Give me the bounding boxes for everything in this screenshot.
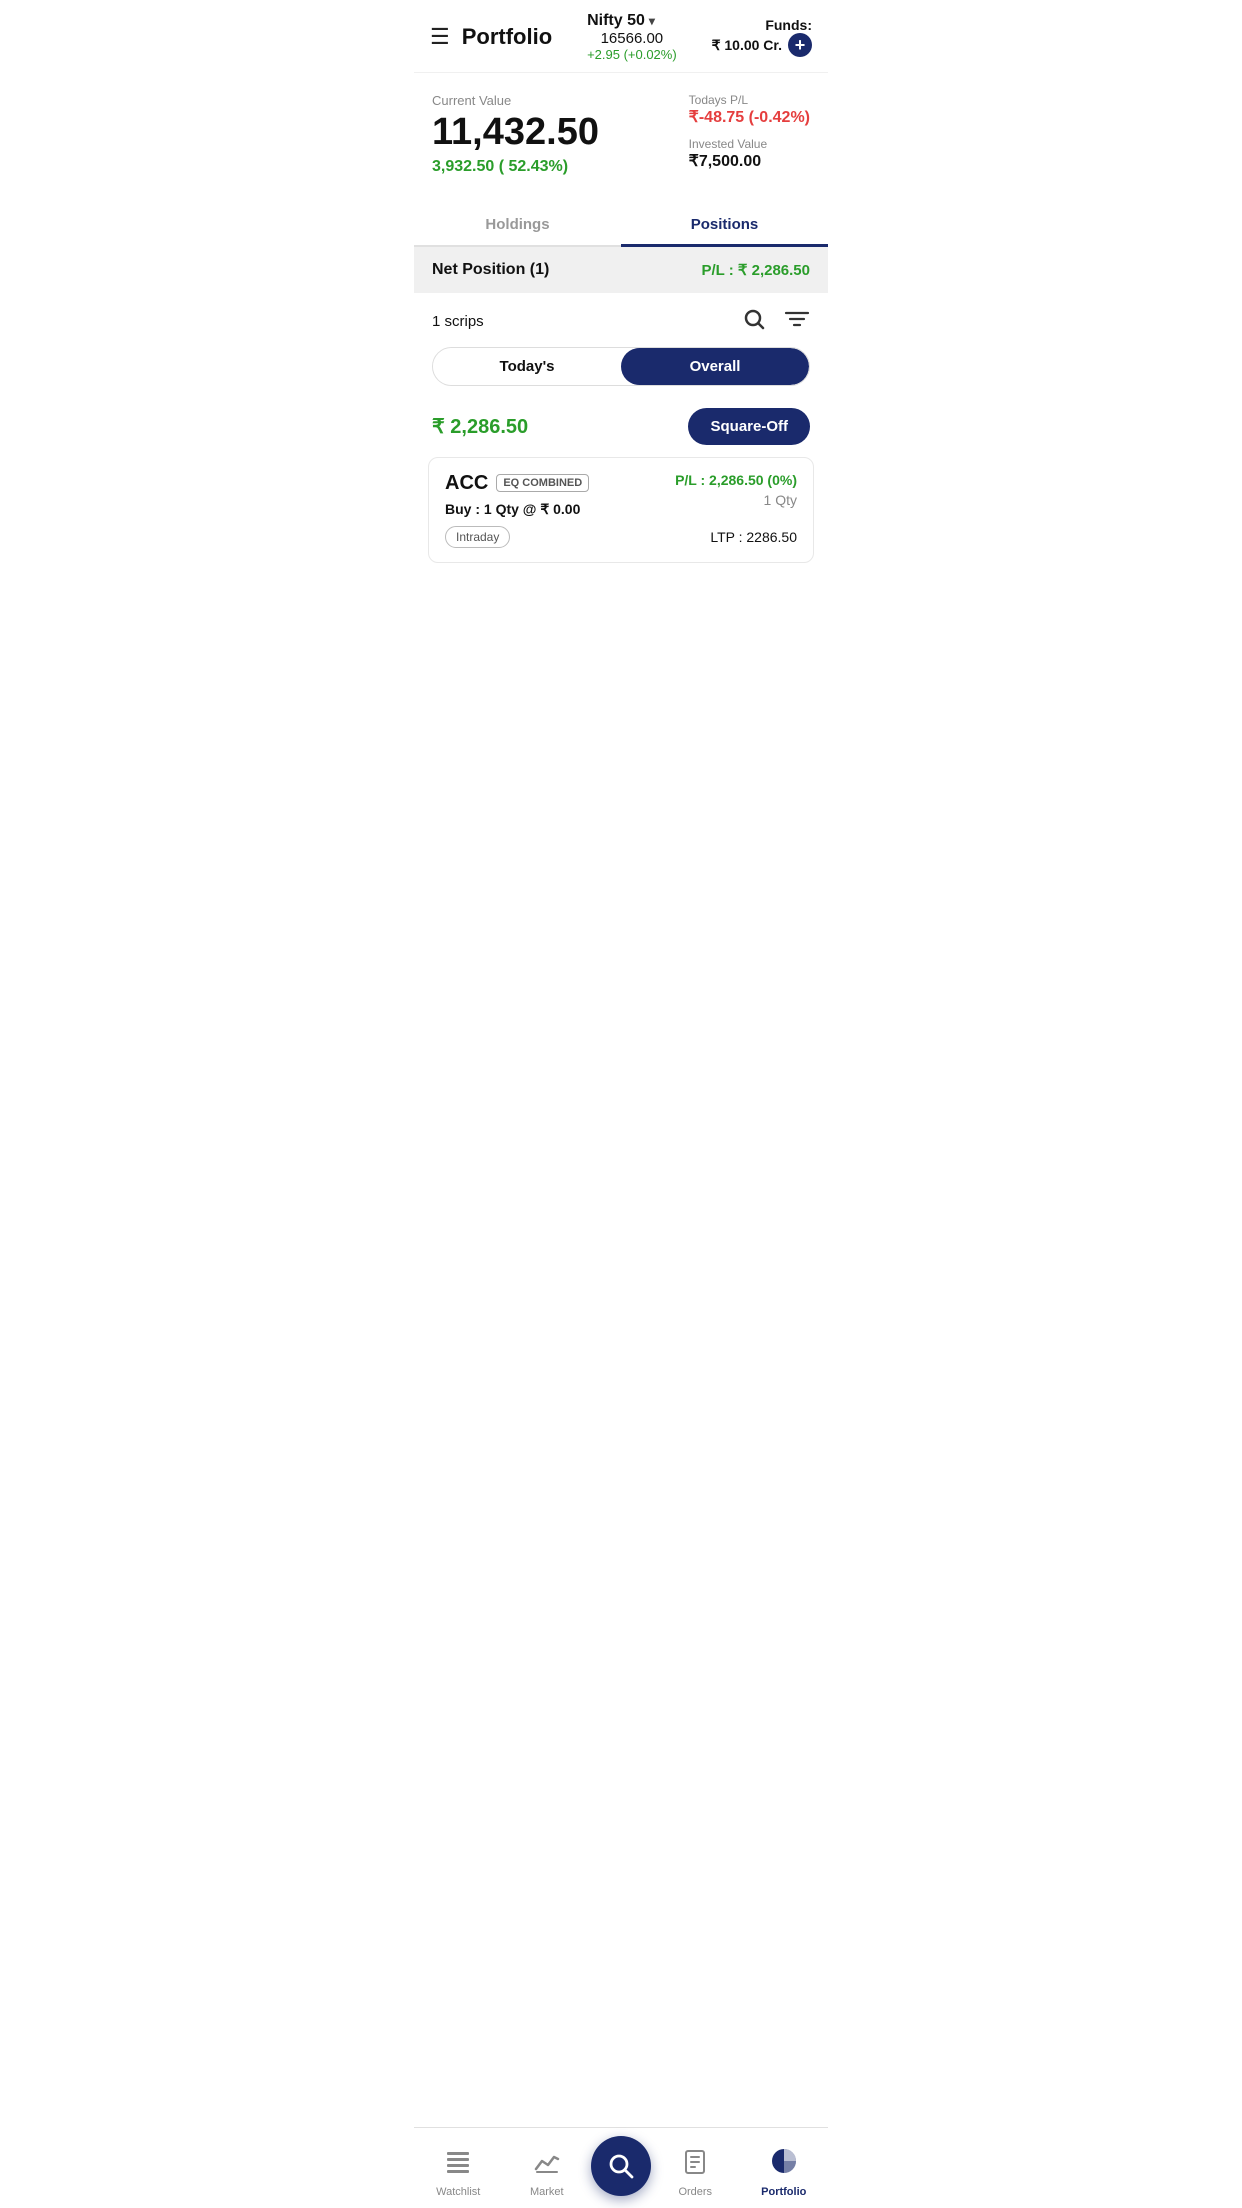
nifty-info[interactable]: Nifty 50 ▾ 16566.00 +2.95 (+0.02%) [587,12,677,62]
stock-buy: Buy : 1 Qty @ ₹ 0.00 [445,501,589,518]
funds-row: ₹ 10.00 Cr. + [712,33,812,57]
header-left: ☰ Portfolio [430,24,552,50]
stock-name: ACC EQ COMBINED [445,472,589,495]
summary-right: Todays P/L ₹-48.75 (-0.42%) Invested Val… [689,93,810,171]
portfolio-summary: Current Value 11,432.50 3,932.50 ( 52.43… [414,73,828,192]
search-icon[interactable] [742,307,766,337]
nav-portfolio-label: Portfolio [761,2186,806,2198]
current-value-label: Current Value [432,93,599,108]
nifty-dropdown[interactable]: Nifty 50 ▾ [587,12,677,30]
scrips-header: 1 scrips [414,293,828,347]
funds-label: Funds: [712,17,812,33]
pl-total: ₹ 2,286.50 [432,414,528,439]
invested-value: ₹7,500.00 [689,151,810,171]
square-off-button[interactable]: Square-Off [688,408,810,445]
nifty-change: +2.95 (+0.02%) [587,47,677,62]
pl-row: ₹ 2,286.50 Square-Off [414,400,828,457]
toggle-overall[interactable]: Overall [621,348,809,385]
eq-badge: EQ COMBINED [496,474,589,492]
nifty-name: Nifty 50 [587,12,645,30]
watchlist-icon [445,2149,471,2182]
toggle-todays[interactable]: Today's [433,348,621,385]
gain-amount: 3,932.50 ( 52.43%) [432,158,599,176]
nav-market-label: Market [530,2186,564,2198]
portfolio-icon [770,2147,798,2182]
intraday-badge: Intraday [445,526,510,548]
nav-orders[interactable]: Orders [651,2149,740,2198]
scrips-icons [742,307,810,337]
stock-info-right: P/L : 2,286.50 (0%) 1 Qty [675,472,797,508]
stock-qty-right: 1 Qty [675,492,797,508]
stock-card-header: ACC EQ COMBINED Buy : 1 Qty @ ₹ 0.00 P/L… [445,472,797,518]
invested-label: Invested Value [689,137,810,151]
scrips-count: 1 scrips [432,313,484,330]
stock-pl: P/L : 2,286.50 (0%) [675,472,797,488]
nav-market[interactable]: Market [503,2149,592,2198]
nav-watchlist[interactable]: Watchlist [414,2149,503,2198]
summary-left: Current Value 11,432.50 3,932.50 ( 52.43… [432,93,599,176]
summary-grid: Current Value 11,432.50 3,932.50 ( 52.43… [432,93,810,176]
todays-pl-label: Todays P/L [689,93,810,107]
net-position-bar: Net Position (1) P/L : ₹ 2,286.50 [414,247,828,293]
tabs-container: Holdings Positions [414,204,828,247]
bottom-nav: Watchlist Market Orders [414,2127,828,2208]
net-position-pl: P/L : ₹ 2,286.50 [701,261,810,279]
add-funds-button[interactable]: + [788,33,812,57]
period-toggle: Today's Overall [432,347,810,386]
funds-amount: ₹ 10.00 Cr. [712,37,782,54]
nav-orders-label: Orders [678,2186,712,2198]
menu-icon[interactable]: ☰ [430,24,450,50]
stock-card[interactable]: ACC EQ COMBINED Buy : 1 Qty @ ₹ 0.00 P/L… [428,457,814,563]
net-pl-value: ₹ 2,286.50 [738,262,810,279]
todays-pl-value: ₹-48.75 (-0.42%) [689,107,810,127]
app-header: ☰ Portfolio Nifty 50 ▾ 16566.00 +2.95 (+… [414,0,828,73]
nav-portfolio[interactable]: Portfolio [740,2147,829,2198]
current-value-amount: 11,432.50 [432,112,599,154]
search-fab-button[interactable] [591,2136,651,2196]
ltp-value: LTP : 2286.50 [710,529,797,545]
orders-icon [682,2149,708,2182]
market-icon [534,2149,560,2182]
chevron-down-icon: ▾ [649,14,655,28]
stock-info-left: ACC EQ COMBINED Buy : 1 Qty @ ₹ 0.00 [445,472,589,518]
nav-search-fab [591,2136,651,2206]
tab-holdings[interactable]: Holdings [414,204,621,245]
funds-section: Funds: ₹ 10.00 Cr. + [712,17,812,57]
page-title: Portfolio [462,24,552,50]
tab-positions[interactable]: Positions [621,204,828,245]
filter-icon[interactable] [784,307,810,337]
stock-card-bottom: Intraday LTP : 2286.50 [445,526,797,548]
net-position-label: Net Position (1) [432,261,549,279]
nifty-value: 16566.00 [587,30,677,47]
nav-watchlist-label: Watchlist [436,2186,480,2198]
